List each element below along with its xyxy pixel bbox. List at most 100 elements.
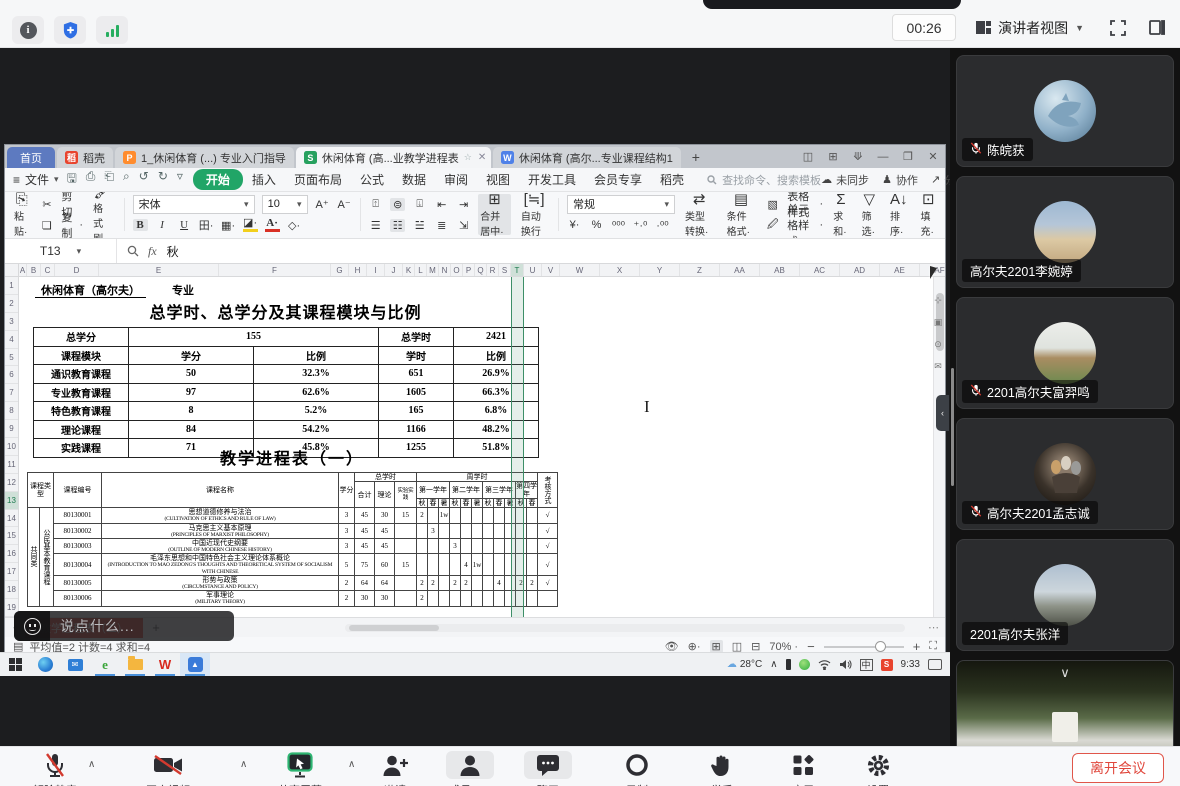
taskbar-edge[interactable] — [30, 653, 60, 676]
style-icon[interactable]: ✉ — [934, 361, 942, 372]
chat-placeholder[interactable]: 说点什么... — [50, 616, 135, 636]
meeting-info-button[interactable]: i — [12, 16, 44, 44]
more-icon[interactable]: ▿ — [177, 169, 183, 190]
highlight-color-button[interactable]: ◪· — [243, 218, 258, 232]
column-header-B[interactable]: B — [27, 264, 41, 276]
number-format-select[interactable]: 常规▾ — [567, 195, 675, 214]
column-header-I[interactable]: I — [367, 264, 385, 276]
maximize-button[interactable]: ❐ — [901, 150, 915, 163]
formula-value[interactable]: 秋 — [167, 243, 179, 260]
currency-icon[interactable]: ¥· — [567, 219, 582, 231]
comment-icon[interactable]: ▣ — [934, 317, 943, 328]
format-painter-button[interactable]: 🖌格式刷 — [90, 194, 116, 235]
column-header-K[interactable]: K — [403, 264, 415, 276]
decrease-indent-icon[interactable]: ⇤ — [434, 198, 449, 211]
copy-icon[interactable]: ❏ — [39, 219, 54, 232]
menu-tab-4[interactable]: 审阅 — [435, 170, 477, 189]
weather-tray[interactable]: ☁28°C — [727, 659, 762, 670]
sheet-tab-more-icon[interactable]: ⋯ — [928, 621, 939, 634]
column-header-AB[interactable]: AB — [760, 264, 800, 276]
row-headers[interactable]: 12345678910111213141516171819 — [5, 277, 19, 617]
minimize-button[interactable]: — — [876, 151, 890, 163]
undo-icon[interactable]: ↺ — [139, 169, 149, 190]
column-header-M[interactable]: M — [427, 264, 439, 276]
column-header-AE[interactable]: AE — [880, 264, 920, 276]
command-search[interactable]: 查找命令、搜索模板 — [707, 172, 821, 188]
export-icon[interactable]: ⎙ — [86, 169, 96, 190]
column-header-U[interactable]: U — [524, 264, 542, 276]
new-tab-button[interactable]: + — [683, 149, 709, 165]
align-top-icon[interactable]: ⍐ — [368, 198, 383, 211]
file-menu[interactable]: ≡文件▾ — [13, 171, 59, 188]
taskbar-explorer[interactable] — [120, 653, 150, 676]
percent-icon[interactable]: % — [589, 219, 604, 231]
font-color-button[interactable]: A· — [265, 218, 280, 232]
battery-icon[interactable] — [786, 659, 791, 670]
table-style-icon[interactable]: ▧ — [765, 198, 780, 211]
row-header-12[interactable]: 12 — [5, 474, 18, 492]
copy-label[interactable]: 复制 — [61, 209, 72, 239]
row-header-15[interactable]: 15 — [5, 527, 18, 545]
comma-style-icon[interactable]: ⁰⁰⁰ — [611, 219, 626, 232]
row-header-17[interactable]: 17 — [5, 563, 18, 581]
toolbar-camera-caret[interactable]: ∧ — [240, 759, 247, 770]
selection-icon[interactable]: ⊹ — [934, 295, 942, 306]
sum-button[interactable]: Σ求和· — [830, 194, 851, 235]
ime-icon[interactable]: 中 — [860, 659, 873, 671]
fill-button[interactable]: ⊡填充· — [918, 194, 939, 235]
reading-layout-icon[interactable]: ◫ — [801, 150, 815, 163]
column-header-Q[interactable]: Q — [475, 264, 487, 276]
hscroll-thumb[interactable] — [349, 625, 439, 631]
close-window-button[interactable]: ✕ — [926, 150, 940, 163]
toolbar-share-button[interactable]: 共享屏幕 — [265, 751, 335, 786]
favorite-icon[interactable]: ☆ — [464, 152, 472, 163]
chevron-down-icon[interactable]: ∨ — [1060, 665, 1070, 681]
cell-style-icon[interactable]: 🖉 — [765, 216, 780, 235]
taskbar-wps[interactable]: W — [150, 653, 180, 676]
type-convert-button[interactable]: ⇄类型转换· — [682, 194, 717, 235]
start-button[interactable] — [0, 653, 30, 676]
row-header-2[interactable]: 2 — [5, 295, 18, 313]
participants-sidebar[interactable]: 陈皖获高尔夫2201李婉婷2201高尔夫富羿鸣高尔夫2201孟志诚2201高尔夫… — [950, 48, 1180, 746]
column-header-P[interactable]: P — [463, 264, 475, 276]
column-header-AD[interactable]: AD — [840, 264, 880, 276]
network-quality-button[interactable] — [96, 16, 128, 44]
wps-tab-docer[interactable]: 稻稻壳 — [57, 147, 113, 168]
horizontal-scrollbar[interactable] — [345, 624, 905, 632]
volume-icon[interactable] — [839, 659, 852, 670]
zoom-knob[interactable] — [875, 641, 886, 652]
column-header-T[interactable]: T — [511, 264, 524, 276]
row-header-9[interactable]: 9 — [5, 420, 18, 438]
spellcheck-icon[interactable]: ⊙ — [934, 339, 942, 350]
align-left-icon[interactable]: ☰ — [368, 219, 383, 232]
column-header-G[interactable]: G — [331, 264, 349, 276]
column-header-X[interactable]: X — [600, 264, 640, 276]
cell-style-label[interactable]: 单元格样式 — [787, 201, 812, 239]
participant-tile[interactable]: 高尔夫2201李婉婷 — [956, 176, 1174, 288]
decrease-decimal-icon[interactable]: ·⁰⁰ — [655, 219, 670, 232]
increase-font-icon[interactable]: A⁺ — [315, 198, 330, 211]
task-pane-handle[interactable]: ‹ — [936, 395, 949, 431]
print-icon[interactable]: ⎗ — [104, 169, 114, 190]
row-header-7[interactable]: 7 — [5, 384, 18, 402]
row-header-5[interactable]: 5 — [5, 349, 18, 367]
fullscreen-button[interactable] — [1104, 14, 1131, 41]
borders-button[interactable]: 田· — [199, 217, 214, 233]
align-right-icon[interactable]: ☱ — [412, 219, 427, 232]
toolbar-mic-button[interactable]: 解除静音 — [20, 751, 90, 786]
column-header-O[interactable]: O — [451, 264, 463, 276]
menu-tab-2[interactable]: 公式 — [351, 170, 393, 189]
wifi-icon[interactable] — [818, 659, 831, 670]
toolbar-share-caret[interactable]: ∧ — [348, 759, 355, 770]
hidden-icons-chevron[interactable]: ∧ — [770, 659, 777, 670]
account-icon[interactable]: ⟱ — [851, 150, 865, 163]
cell-shading-button[interactable]: ▦· — [221, 219, 236, 232]
column-header-N[interactable]: N — [439, 264, 451, 276]
wps-tab-doc[interactable]: W休闲体育 (高尔...专业课程结构1 — [493, 147, 681, 168]
row-header-11[interactable]: 11 — [5, 456, 18, 474]
zoom-level[interactable]: 70% · — [769, 641, 798, 653]
column-header-E[interactable]: E — [99, 264, 219, 276]
menu-tab-7[interactable]: 会员专享 — [585, 170, 651, 189]
view-mode-dropdown[interactable]: 演讲者视图 ▼ — [968, 14, 1092, 41]
justify-icon[interactable]: ≣ — [434, 219, 449, 232]
